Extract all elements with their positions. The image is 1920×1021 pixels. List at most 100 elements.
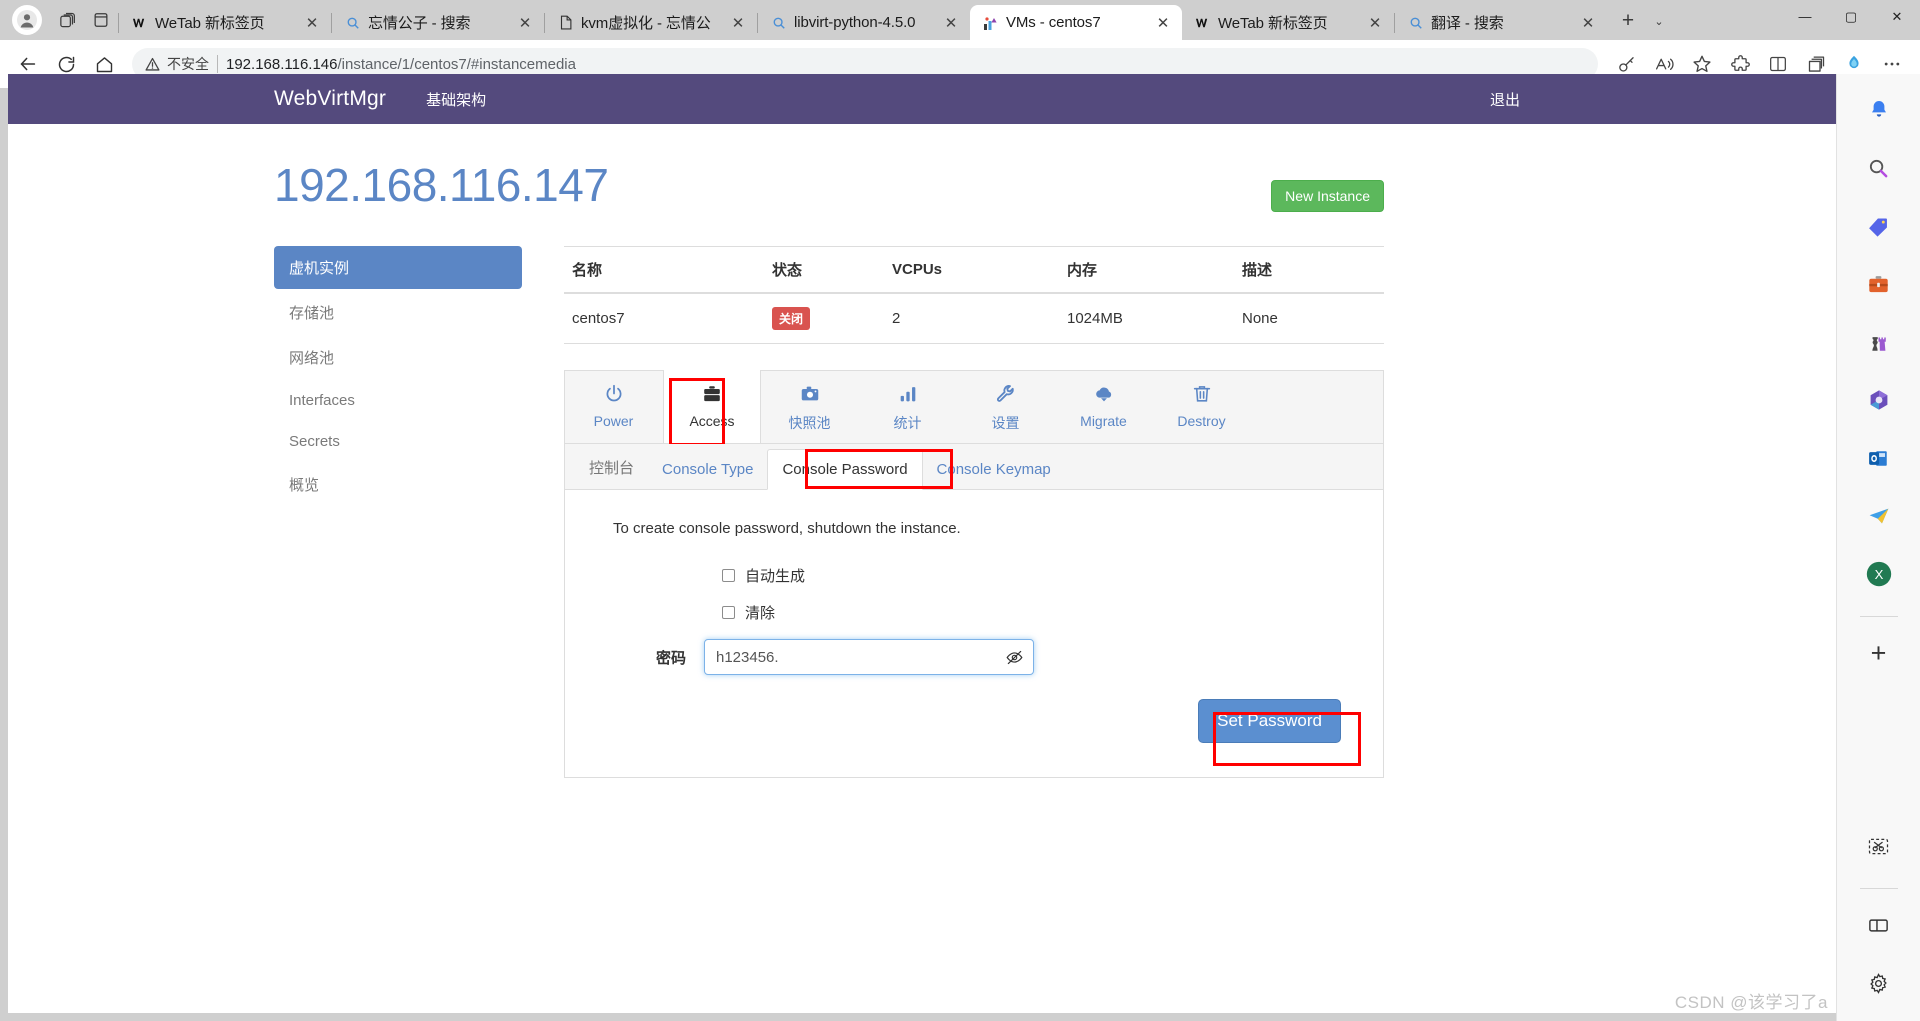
- chevron-down-icon[interactable]: ⌄: [1645, 6, 1673, 36]
- nav-item-infrastructure[interactable]: 基础架构: [426, 89, 486, 110]
- page-body: 192.168.116.147 New Instance 虚机实例 存储池 网络…: [8, 124, 1836, 778]
- tab-access[interactable]: Access: [663, 370, 761, 443]
- cell-name[interactable]: centos7: [564, 293, 764, 344]
- checkbox-autogenerate[interactable]: [722, 569, 735, 582]
- browser-tab-active[interactable]: VMs - centos7 ✕: [970, 5, 1182, 40]
- app-navbar: WebVirtMgr 基础架构 退出: [8, 74, 1836, 124]
- sidebar-item-interfaces[interactable]: Interfaces: [274, 381, 522, 420]
- maximize-button[interactable]: ▢: [1828, 0, 1874, 33]
- browser-tab[interactable]: 翻译 - 搜索 ✕: [1395, 5, 1607, 40]
- wrench-icon: [957, 383, 1054, 409]
- split-screen-icon[interactable]: [1859, 905, 1899, 945]
- submit-row: Set Password: [589, 699, 1359, 743]
- tab-label: 统计: [893, 415, 922, 431]
- new-tab-button[interactable]: +: [1613, 6, 1643, 36]
- table-row[interactable]: centos7 关闭 2 1024MB None: [564, 293, 1384, 344]
- bell-icon[interactable]: [1859, 90, 1899, 130]
- tab-strip: WeTab 新标签页 ✕ 忘情公子 - 搜索 ✕ kvm虚拟化 - 忘情公 ✕ …: [0, 0, 1920, 40]
- checkbox-row-autogenerate[interactable]: 自动生成: [722, 565, 1359, 586]
- add-sidebar-button[interactable]: +: [1859, 633, 1899, 673]
- tab-destroy[interactable]: Destroy: [1153, 371, 1251, 443]
- panel-note: To create console password, shutdown the…: [613, 520, 961, 537]
- screenshot-icon[interactable]: [1859, 826, 1899, 866]
- subtab-console-keymap[interactable]: Console Keymap: [923, 450, 1065, 489]
- column-header-name: 名称: [564, 246, 764, 294]
- close-icon[interactable]: ✕: [1152, 12, 1174, 34]
- settings-gear-icon[interactable]: [1859, 963, 1899, 1003]
- omnibox-divider: [217, 55, 218, 73]
- webvirtmgr-icon: [982, 14, 999, 31]
- browser-tab[interactable]: libvirt-python-4.5.0 ✕: [758, 5, 970, 40]
- set-password-button[interactable]: Set Password: [1198, 699, 1341, 743]
- sidebar-item-storage-pools[interactable]: 存储池: [274, 291, 522, 334]
- browser-tab[interactable]: WeTab 新标签页 ✕: [1182, 5, 1394, 40]
- sidebar-item-overview[interactable]: 概览: [274, 463, 522, 506]
- tab-label: Access: [689, 413, 735, 429]
- close-button[interactable]: ✕: [1874, 0, 1920, 33]
- tab-label: Power: [593, 413, 634, 429]
- app-brand[interactable]: WebVirtMgr: [274, 87, 386, 111]
- tab-power[interactable]: Power: [565, 371, 663, 443]
- subtab-console[interactable]: 控制台: [575, 446, 648, 489]
- tab-settings[interactable]: 设置: [957, 371, 1055, 443]
- power-icon: [565, 383, 662, 409]
- logout-link[interactable]: 退出: [1490, 89, 1520, 110]
- tab-statistics[interactable]: 统计: [859, 371, 957, 443]
- bar-chart-icon: [859, 383, 956, 409]
- page-icon: [557, 14, 574, 31]
- tab-search-icon[interactable]: [50, 3, 84, 37]
- briefcase-icon[interactable]: [1859, 264, 1899, 304]
- microsoft365-icon[interactable]: [1859, 380, 1899, 420]
- password-form-row: 密码: [589, 639, 1359, 675]
- table-header-row: 名称 状态 VCPUs 内存 描述: [564, 246, 1384, 294]
- telegram-icon[interactable]: [1859, 496, 1899, 536]
- content-row: 虚机实例 存储池 网络池 Interfaces Secrets 概览 名称 状态…: [274, 246, 1384, 778]
- minimize-button[interactable]: —: [1782, 0, 1828, 33]
- subtab-console-password[interactable]: Console Password: [767, 449, 923, 490]
- sidebar-item-secrets[interactable]: Secrets: [274, 422, 522, 461]
- close-icon[interactable]: ✕: [1577, 12, 1599, 34]
- tab-title: WeTab 新标签页: [1218, 15, 1328, 32]
- window-controls: — ▢ ✕: [1782, 0, 1920, 40]
- security-warning[interactable]: 不安全: [144, 54, 209, 74]
- password-field-wrapper: [704, 639, 1034, 675]
- subtab-console-type[interactable]: Console Type: [648, 450, 767, 489]
- tab-panel-icon[interactable]: [84, 3, 118, 37]
- tab-title: kvm虚拟化 - 忘情公: [581, 15, 711, 32]
- browser-tab[interactable]: WeTab 新标签页 ✕: [119, 5, 331, 40]
- checkbox-row-clear[interactable]: 清除: [722, 602, 1359, 623]
- new-instance-button[interactable]: New Instance: [1271, 180, 1384, 212]
- close-icon[interactable]: ✕: [1364, 12, 1386, 34]
- trash-icon: [1153, 383, 1250, 409]
- tab-title: 忘情公子 - 搜索: [368, 15, 471, 32]
- password-input[interactable]: [704, 639, 1034, 675]
- browser-tab[interactable]: kvm虚拟化 - 忘情公 ✕: [545, 5, 757, 40]
- close-icon[interactable]: ✕: [940, 12, 962, 34]
- account-icon[interactable]: [12, 5, 42, 35]
- sidebar-item-network-pools[interactable]: 网络池: [274, 336, 522, 379]
- eye-off-icon[interactable]: [1004, 647, 1024, 667]
- cloud-download-icon: [1055, 383, 1152, 409]
- excel-icon[interactable]: X: [1859, 554, 1899, 594]
- sidebar-item-instances[interactable]: 虚机实例: [274, 246, 522, 289]
- console-password-panel: To create console password, shutdown the…: [564, 490, 1384, 778]
- page-title: 192.168.116.147: [274, 159, 609, 211]
- tab-migrate[interactable]: Migrate: [1055, 371, 1153, 443]
- tab-snapshots[interactable]: 快照池: [761, 371, 859, 443]
- search-icon[interactable]: [1859, 148, 1899, 188]
- close-icon[interactable]: ✕: [514, 12, 536, 34]
- games-icon[interactable]: [1859, 322, 1899, 362]
- sidebar-nav: 虚机实例 存储池 网络池 Interfaces Secrets 概览: [274, 246, 522, 778]
- cell-state: 关闭: [764, 293, 884, 344]
- close-icon[interactable]: ✕: [727, 12, 749, 34]
- wetab-icon: [131, 14, 148, 31]
- tag-icon[interactable]: [1859, 206, 1899, 246]
- search-icon: [344, 14, 361, 31]
- sidebar-divider: [1859, 888, 1898, 889]
- cell-vcpus: 2: [884, 293, 1059, 344]
- checkbox-clear[interactable]: [722, 606, 735, 619]
- checkbox-label: 自动生成: [745, 568, 806, 585]
- browser-tab[interactable]: 忘情公子 - 搜索 ✕: [332, 5, 544, 40]
- outlook-icon[interactable]: [1859, 438, 1899, 478]
- close-icon[interactable]: ✕: [301, 12, 323, 34]
